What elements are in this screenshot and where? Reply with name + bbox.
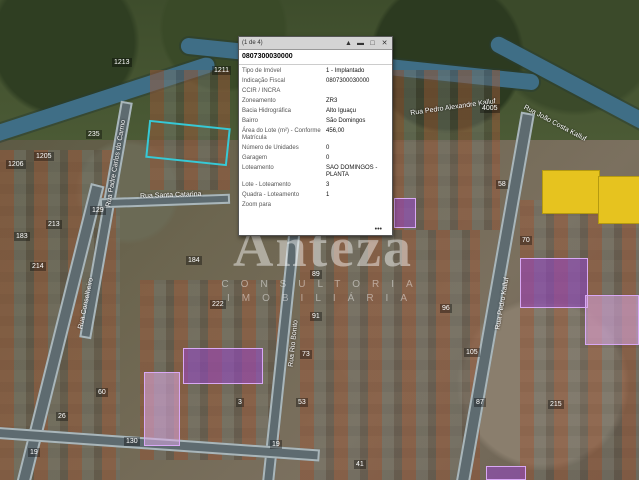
field-label: Lote - Loteamento <box>242 182 291 188</box>
popup-row: Loteamento SAO DOMINGOS - PLANTA <box>242 164 389 181</box>
house-number: 1211 <box>212 66 232 75</box>
parcel-info-popup: (1 de 4) ▲ ▬ □ ✕ 0807300030000 Tipo de I… <box>238 36 393 236</box>
popup-row: Tipo de Imóvel 1 - Implantado <box>242 67 389 77</box>
popup-row: Garagem 0 <box>242 154 389 164</box>
pin-icon[interactable]: ▲ <box>344 39 353 48</box>
field-label: CCIR / INCRA <box>242 88 281 94</box>
field-value: 0 <box>326 145 330 151</box>
field-label: Tipo de Imóvel <box>242 68 282 74</box>
popup-row: Número de Unidades 0 <box>242 144 389 154</box>
house-number: 41 <box>354 460 366 469</box>
field-label: Garagem <box>242 155 268 161</box>
house-number: 3 <box>236 398 244 407</box>
popup-row: Quadra - Loteamento 1 <box>242 191 389 201</box>
popup-row: Zoneamento ZR3 <box>242 97 389 107</box>
house-number: 19 <box>28 448 40 457</box>
field-label: Quadra - Loteamento <box>242 192 300 198</box>
house-number: 215 <box>548 400 564 409</box>
field-label: Indicação Fiscal <box>242 78 286 84</box>
house-number: 130 <box>124 437 140 446</box>
field-label: Zoneamento <box>242 98 276 104</box>
house-number: 73 <box>300 350 312 359</box>
house-number: 26 <box>56 412 68 421</box>
house-number: 87 <box>474 398 486 407</box>
field-value: 0807300030000 <box>326 78 370 84</box>
field-value: 456,00 <box>326 128 345 134</box>
yellow-roof <box>542 170 600 214</box>
highlighted-lot[interactable] <box>585 295 639 345</box>
house-number: 70 <box>520 236 532 245</box>
parcel-id: 0807300030000 <box>239 50 392 65</box>
house-number: 214 <box>30 262 46 271</box>
house-number: 235 <box>86 130 102 139</box>
field-value: Alto Iguaçu <box>326 108 357 114</box>
popup-row: Bacia Hidrográfica Alto Iguaçu <box>242 107 389 117</box>
field-value: SAO DOMINGOS - PLANTA <box>326 165 378 178</box>
field-label: Zoom para <box>242 202 272 208</box>
house-number: 213 <box>46 220 62 229</box>
highlighted-lot[interactable] <box>144 372 180 446</box>
popup-body[interactable]: Tipo de Imóvel 1 - Implantado Indicação Fi… <box>239 65 392 236</box>
popup-row: Bairro São Domingos <box>242 117 389 127</box>
more-options-icon[interactable]: ••• <box>375 226 382 233</box>
field-label: Bacia Hidrográfica <box>242 108 292 114</box>
house-number: 19 <box>270 440 282 449</box>
close-icon[interactable]: ✕ <box>380 39 389 48</box>
field-value: ZR3 <box>326 98 338 104</box>
field-value: 1 <box>326 192 330 198</box>
field-label: Loteamento <box>242 165 274 171</box>
field-value: São Domingos <box>326 118 366 124</box>
popup-row: Zoom para <box>242 201 389 211</box>
field-value: 0 <box>326 155 330 161</box>
field-value: 1 - Implantado <box>326 68 365 74</box>
popup-counter: (1 de 4) <box>242 40 263 46</box>
field-label: Área do Lote (m²) - Conforme Matrícula <box>242 128 321 141</box>
house-number: 4005 <box>480 104 500 113</box>
field-label: Número de Unidades <box>242 145 299 151</box>
popup-row: Área do Lote (m²) - Conforme Matrícula 45… <box>242 127 389 144</box>
house-number: 58 <box>496 180 508 189</box>
popup-row: Indicação Fiscal 0807300030000 <box>242 77 389 87</box>
house-number: 1206 <box>6 160 26 169</box>
house-number: 60 <box>96 388 108 397</box>
highlighted-lot[interactable] <box>520 258 588 308</box>
maximize-icon[interactable]: □ <box>368 39 377 48</box>
house-number: 53 <box>296 398 308 407</box>
popup-row: CCIR / INCRA <box>242 87 389 97</box>
house-number: 1213 <box>112 58 132 67</box>
popup-titlebar: (1 de 4) ▲ ▬ □ ✕ <box>239 37 392 50</box>
house-number: 1205 <box>34 152 54 161</box>
field-label: Bairro <box>242 118 259 124</box>
field-value <box>326 88 389 95</box>
house-number: 183 <box>14 232 30 241</box>
highlighted-lot[interactable] <box>486 466 526 480</box>
house-number: 91 <box>310 312 322 321</box>
yellow-roof <box>598 176 639 224</box>
popup-row: Lote - Loteamento 3 <box>242 181 389 191</box>
highlighted-lot[interactable] <box>183 348 263 384</box>
field-value <box>326 202 389 209</box>
house-number: 105 <box>464 348 480 357</box>
field-value: 3 <box>326 182 330 188</box>
minimize-icon[interactable]: ▬ <box>356 39 365 48</box>
house-number: 129 <box>90 206 106 215</box>
